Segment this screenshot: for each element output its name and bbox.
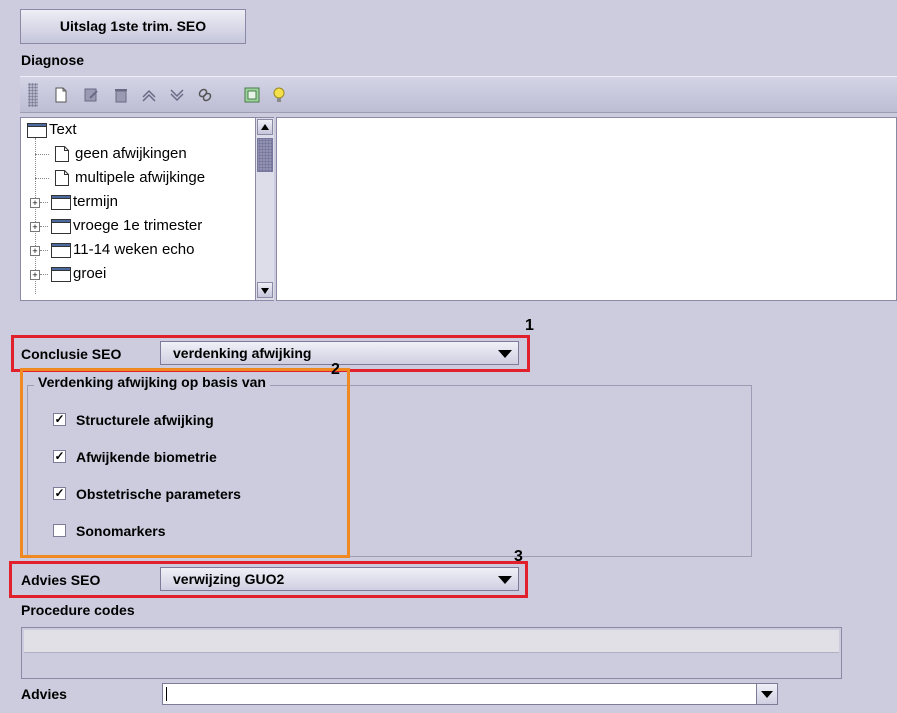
checkbox-label: Sonomarkers — [76, 523, 166, 539]
new-document-icon[interactable] — [52, 86, 70, 104]
procedure-codes-row[interactable] — [24, 630, 839, 653]
document-icon — [55, 170, 69, 186]
expand-icon[interactable]: + — [30, 198, 40, 208]
tree-item-label: 11-14 weken echo — [73, 241, 195, 258]
document-icon — [55, 146, 69, 162]
arrow-up-icon — [261, 124, 269, 130]
edit-icon[interactable] — [82, 86, 100, 104]
checkbox-label: Afwijkende biometrie — [76, 449, 217, 465]
tree-root-label: Text — [49, 121, 77, 138]
chevron-down-icon — [498, 576, 512, 584]
advies-seo-value: verwijzing GUO2 — [173, 571, 285, 587]
tree-item[interactable]: + 11-14 weken echo — [25, 238, 257, 262]
tree-item-label: vroege 1e trimester — [73, 217, 203, 234]
tree-item-label: geen afwijkingen — [75, 145, 187, 162]
conclusie-seo-label: Conclusie SEO — [21, 346, 122, 362]
advies-seo-dropdown[interactable]: verwijzing GUO2 — [160, 567, 519, 591]
sonomarkers-checkbox[interactable] — [53, 524, 66, 537]
marker-1: 1 — [525, 317, 534, 334]
chevron-down-icon — [498, 350, 512, 358]
uitslag-1ste-trim-seo-button[interactable]: Uitslag 1ste trim. SEO — [20, 9, 246, 44]
tree-item-label: termijn — [73, 193, 119, 210]
checkbox-label: Structurele afwijking — [76, 412, 214, 428]
lightbulb-icon[interactable] — [270, 86, 288, 104]
folder-icon — [51, 267, 71, 282]
chevron-down-icon — [761, 691, 773, 698]
advies-seo-label: Advies SEO — [21, 572, 101, 588]
expand-icon[interactable]: + — [30, 270, 40, 280]
diagnose-toolbar — [20, 76, 897, 113]
tree-scrollbar[interactable] — [255, 118, 274, 300]
obstetrische-parameters-checkbox[interactable]: ✓ — [53, 487, 66, 500]
tree-item-label: groei — [73, 265, 107, 282]
link-icon[interactable] — [196, 86, 214, 104]
expand-icon[interactable]: + — [30, 222, 40, 232]
tree-item[interactable]: geen afwijkingen — [49, 142, 259, 166]
toolbar-grip — [28, 83, 38, 107]
scroll-thumb[interactable] — [257, 138, 273, 172]
tree-root-item[interactable]: Text — [25, 118, 255, 142]
procedure-codes-field[interactable] — [21, 627, 842, 679]
marker-2: 2 — [331, 361, 340, 378]
advies-combo-input[interactable] — [162, 683, 778, 705]
marker-3: 3 — [514, 548, 523, 565]
afwijkende-biometrie-checkbox[interactable]: ✓ — [53, 450, 66, 463]
folder-open-icon — [27, 123, 47, 138]
expand-icon[interactable]: + — [30, 246, 40, 256]
procedure-codes-label: Procedure codes — [21, 602, 135, 618]
folder-icon — [51, 219, 71, 234]
trash-icon[interactable] — [112, 86, 130, 104]
structurele-afwijking-checkbox[interactable]: ✓ — [53, 413, 66, 426]
tree-item-label: multipele afwijkinge — [75, 169, 206, 186]
checkbox-label: Obstetrische parameters — [76, 486, 241, 502]
scroll-down-button[interactable] — [257, 282, 273, 298]
move-up-icon[interactable] — [140, 86, 158, 104]
calculator-icon[interactable] — [243, 86, 261, 104]
tree-item[interactable]: + termijn — [25, 190, 255, 214]
diagnose-label: Diagnose — [21, 52, 85, 68]
tree-item[interactable]: + vroege 1e trimester — [25, 214, 257, 238]
advies-label: Advies — [21, 686, 67, 702]
tree-item[interactable]: + groei — [25, 262, 257, 286]
diagnose-text-area[interactable] — [276, 117, 897, 301]
tree-item[interactable]: multipele afwijkinge — [49, 166, 259, 190]
folder-icon — [51, 195, 71, 210]
arrow-down-icon — [261, 288, 269, 294]
scroll-up-button[interactable] — [257, 119, 273, 135]
conclusie-seo-value: verdenking afwijking — [173, 345, 312, 361]
diagnose-tree[interactable]: Text geen afwijkingen multipele afwijkin… — [20, 117, 274, 301]
move-down-icon[interactable] — [168, 86, 186, 104]
folder-icon — [51, 243, 71, 258]
advies-dropdown-button[interactable] — [756, 684, 777, 704]
text-caret — [166, 687, 167, 701]
